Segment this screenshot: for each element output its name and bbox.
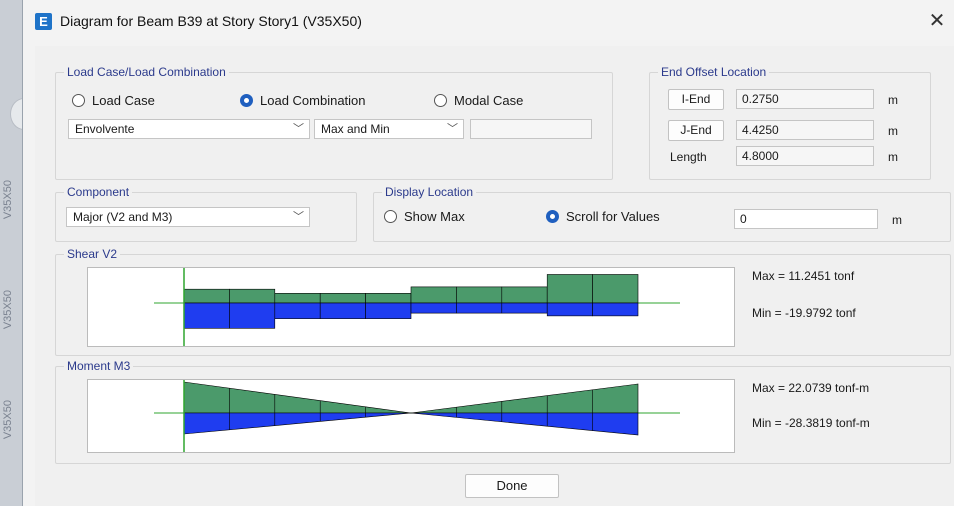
load-case-group: Load Case/Load Combination Load Case Loa…: [55, 65, 613, 180]
radio-off-icon: [384, 210, 397, 223]
shear-negative-segment: [501, 302, 548, 314]
shear-diagram: [87, 267, 735, 347]
location-input[interactable]: 0: [734, 209, 878, 229]
component-group-label: Component: [64, 185, 133, 199]
dialog-content: Load Case/Load Combination Load Case Loa…: [35, 46, 954, 506]
window-title: Diagram for Beam B39 at Story Story1 (V3…: [60, 13, 362, 29]
component-group: Component Major (V2 and M3) ﹀: [55, 185, 357, 242]
shear-positive-segment: [546, 274, 593, 304]
end-offset-group: End Offset Location I-End 0.2750 m J-End…: [649, 65, 931, 180]
shear-negative-segment: [274, 302, 321, 319]
background-beam-label: V35X50: [2, 400, 14, 440]
extra-field[interactable]: [470, 119, 592, 139]
moment-diagram: [87, 379, 735, 453]
shear-positive-segment: [592, 274, 639, 304]
shear-group: Shear V2 Max = 11.2451 tonf Min = -19.97…: [55, 247, 951, 356]
radio-on-icon: [240, 94, 253, 107]
shear-negative-segment: [365, 302, 412, 319]
component-value: Major (V2 and M3): [73, 210, 173, 224]
chevron-down-icon: ﹀: [293, 211, 304, 223]
i-end-field[interactable]: 0.2750: [736, 89, 874, 109]
shear-negative-segment: [410, 302, 457, 314]
length-unit: m: [888, 150, 898, 164]
location-unit: m: [892, 213, 902, 227]
shear-negative-segment: [592, 302, 639, 317]
radio-off-icon: [434, 94, 447, 107]
j-end-button[interactable]: J-End: [668, 120, 724, 141]
shear-positive-segment: [501, 286, 548, 304]
background-panel: V35X50 V35X50 V35X50: [0, 0, 22, 506]
shear-positive-segment: [319, 293, 366, 304]
max-min-dropdown[interactable]: Max and Min ﹀: [314, 119, 464, 139]
modal-case-radio[interactable]: Modal Case: [434, 93, 523, 108]
shear-negative-segment: [183, 302, 230, 329]
display-location-group-label: Display Location: [382, 185, 477, 199]
load-combination-radio-label: Load Combination: [260, 93, 366, 108]
moment-negative-area: [183, 412, 639, 436]
background-beam-label: V35X50: [2, 180, 14, 220]
shear-group-label: Shear V2: [64, 247, 121, 261]
shear-positive-segment: [274, 293, 321, 304]
shear-negative-segment: [546, 302, 593, 317]
max-min-value: Max and Min: [321, 122, 390, 136]
shear-positive-segment: [183, 288, 230, 304]
shear-positive-segment: [365, 293, 412, 304]
shear-negative-segment: [229, 302, 276, 329]
load-case-group-label: Load Case/Load Combination: [64, 65, 229, 79]
shear-positive-segment: [229, 288, 276, 304]
background-beam-label: V35X50: [2, 290, 14, 330]
shear-negative-segment: [456, 302, 503, 314]
display-location-group: Display Location Show Max Scroll for Val…: [373, 185, 951, 242]
shear-positive-segment: [456, 286, 503, 304]
combination-dropdown[interactable]: Envolvente ﹀: [68, 119, 310, 139]
modal-case-radio-label: Modal Case: [454, 93, 524, 108]
moment-group: Moment M3 Max = 22.0739 tonf-m Min = -28…: [55, 359, 951, 464]
moment-group-label: Moment M3: [64, 359, 134, 373]
shear-max: Max = 11.2451 tonf: [752, 269, 855, 283]
load-combination-radio[interactable]: Load Combination: [240, 93, 366, 108]
scroll-values-label: Scroll for Values: [566, 209, 660, 224]
chevron-down-icon: ﹀: [447, 123, 458, 135]
shear-negative-segment: [319, 302, 366, 319]
j-end-unit: m: [888, 124, 898, 138]
moment-min: Min = -28.3819 tonf-m: [752, 416, 870, 430]
i-end-button[interactable]: I-End: [668, 89, 724, 110]
title-bar: E Diagram for Beam B39 at Story Story1 (…: [23, 0, 954, 46]
show-max-radio[interactable]: Show Max: [384, 209, 465, 224]
radio-off-icon: [72, 94, 85, 107]
i-end-unit: m: [888, 93, 898, 107]
length-field: 4.8000: [736, 146, 874, 166]
moment-positive-area: [183, 381, 639, 414]
done-button[interactable]: Done: [465, 474, 559, 498]
j-end-field[interactable]: 4.4250: [736, 120, 874, 140]
show-max-label: Show Max: [404, 209, 465, 224]
app-icon: E: [35, 13, 52, 30]
combination-value: Envolvente: [75, 122, 135, 136]
moment-max: Max = 22.0739 tonf-m: [752, 381, 870, 395]
chevron-down-icon: ﹀: [293, 123, 304, 135]
shear-min: Min = -19.9792 tonf: [752, 306, 856, 320]
load-case-radio-label: Load Case: [92, 93, 155, 108]
diagram-dialog: E Diagram for Beam B39 at Story Story1 (…: [22, 0, 954, 506]
end-offset-group-label: End Offset Location: [658, 65, 770, 79]
shear-positive-segment: [410, 286, 457, 304]
close-icon[interactable]: ✕: [927, 10, 947, 32]
radio-on-icon: [546, 210, 559, 223]
component-dropdown[interactable]: Major (V2 and M3) ﹀: [66, 207, 310, 227]
length-label: Length: [670, 150, 707, 164]
scroll-values-radio[interactable]: Scroll for Values: [546, 209, 660, 224]
load-case-radio[interactable]: Load Case: [72, 93, 155, 108]
